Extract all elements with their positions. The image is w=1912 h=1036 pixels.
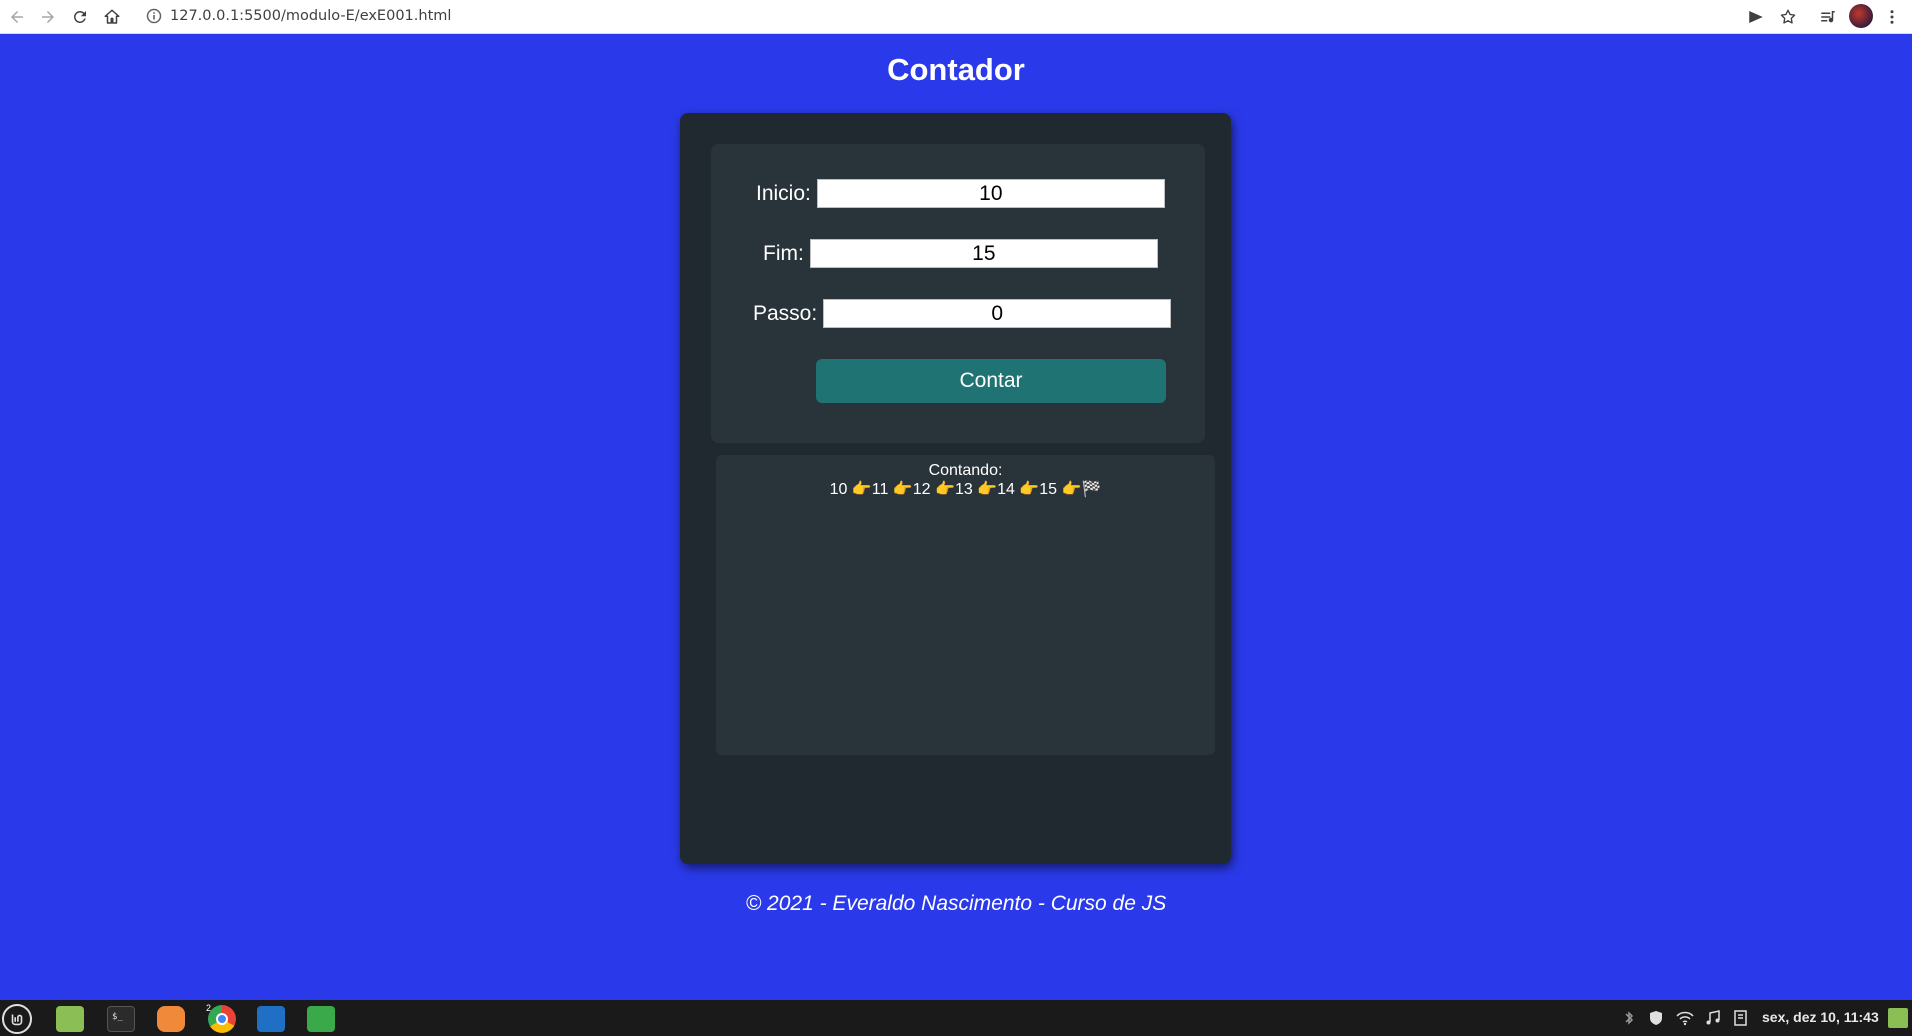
home-icon (104, 9, 120, 24)
wifi-icon[interactable] (1676, 1010, 1694, 1026)
star-icon (1780, 9, 1796, 24)
counter-card: Inicio: 10 Fim: 15 Passo: 0 Contar Conta… (680, 113, 1231, 864)
inicio-input[interactable]: 10 (816, 179, 1165, 208)
bluetooth-icon[interactable] (1620, 1010, 1638, 1026)
shield-app-icon[interactable] (307, 1006, 335, 1032)
profile-avatar[interactable] (1849, 4, 1873, 28)
vscode-icon[interactable] (257, 1006, 285, 1032)
bookmark-button[interactable] (1776, 5, 1800, 29)
fim-label: Fim: (763, 241, 804, 265)
fim-row: Fim: 15 (763, 239, 1158, 268)
taskbar-clock[interactable]: sex, dez 10, 11:43 (1762, 1009, 1879, 1025)
reload-button[interactable] (68, 5, 92, 29)
passo-label: Passo: (753, 301, 818, 325)
contar-button[interactable]: Contar (816, 359, 1166, 403)
chrome-badge: 2 (206, 1003, 212, 1013)
result-panel: Contando: 10 👉11 👉12 👉13 👉14 👉15 👉🏁 (716, 455, 1215, 755)
taskbar: $_ 2 sex, dez 10, 11:43 (0, 1000, 1912, 1036)
result-sequence: 10 👉11 👉12 👉13 👉14 👉15 👉🏁 (829, 481, 1102, 498)
inicio-row: Inicio: 10 (756, 179, 1165, 208)
passo-row: Passo: 0 (753, 299, 1172, 328)
reload-icon (73, 10, 86, 23)
send-button[interactable] (1744, 5, 1768, 29)
home-button[interactable] (100, 5, 124, 29)
fim-input[interactable]: 15 (809, 239, 1158, 268)
music-icon[interactable] (1704, 1010, 1722, 1026)
security-shield-icon[interactable] (1647, 1010, 1665, 1026)
reading-list-button[interactable] (1816, 5, 1840, 29)
terminal-icon[interactable]: $_ (107, 1006, 135, 1032)
svg-text:$_: $_ (112, 1012, 123, 1022)
mint-menu-icon[interactable] (2, 1004, 32, 1034)
back-button[interactable] (5, 5, 29, 29)
browser-toolbar: 127.0.0.1:5500/modulo-E/exE001.html (0, 0, 1912, 34)
page-footer: © 2021 - Everaldo Nascimento - Curso de … (745, 892, 1167, 915)
more-vert-icon (1890, 10, 1894, 24)
chrome-icon[interactable] (208, 1005, 236, 1033)
notes-icon[interactable] (1732, 1010, 1750, 1026)
inicio-label: Inicio: (756, 181, 811, 205)
app-store-icon[interactable] (157, 1006, 185, 1032)
page-title: Contador (887, 52, 1025, 87)
passo-input[interactable]: 0 (823, 299, 1172, 328)
menu-button[interactable] (1880, 5, 1904, 29)
info-icon[interactable] (146, 8, 162, 24)
files-icon[interactable] (56, 1006, 84, 1032)
arrow-left-icon (11, 11, 23, 23)
result-heading: Contando: (928, 462, 1003, 479)
forward-button[interactable] (36, 5, 60, 29)
arrow-right-icon (42, 11, 54, 23)
form-panel: Inicio: 10 Fim: 15 Passo: 0 Contar (711, 144, 1205, 443)
send-icon (1749, 11, 1763, 23)
playlist-icon (1821, 11, 1835, 23)
show-desktop-icon[interactable] (1888, 1008, 1908, 1028)
address-bar[interactable]: 127.0.0.1:5500/modulo-E/exE001.html (170, 6, 451, 26)
